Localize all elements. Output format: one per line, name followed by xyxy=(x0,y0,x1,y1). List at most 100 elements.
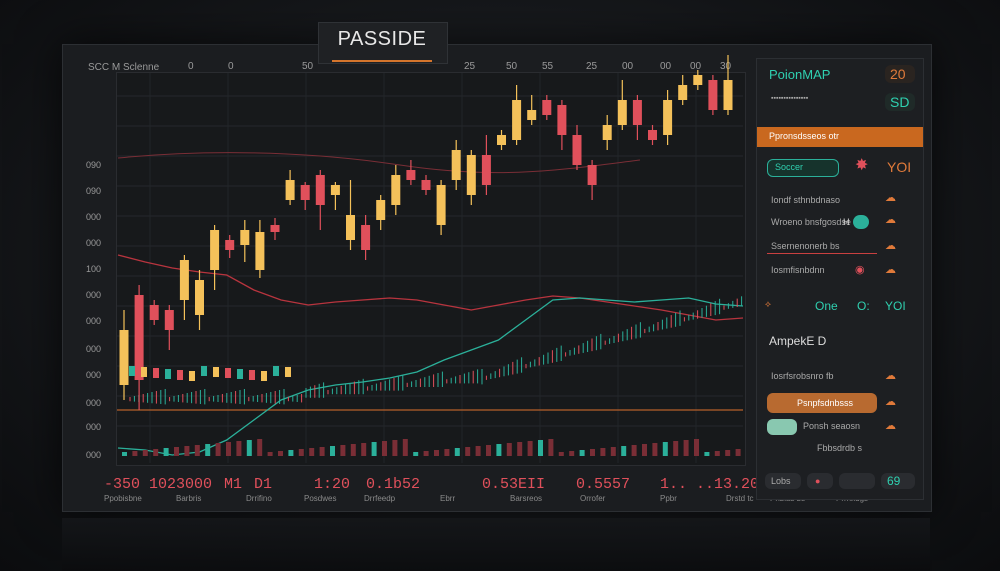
cloud-icon-3[interactable]: ☁ xyxy=(885,239,896,252)
panel-orange-bar-label: Ppronsdsseos otr xyxy=(769,131,840,141)
cloud-icon-7[interactable]: ☁ xyxy=(885,419,896,432)
candle-body xyxy=(255,232,265,270)
candle-body xyxy=(542,100,552,115)
bottom-label: Ppobisbne xyxy=(104,494,142,503)
bottom-value: 0.53EII xyxy=(482,476,546,493)
mini-candle xyxy=(213,367,219,377)
panel-sub-text: ▪▪▪▪▪▪▪▪▪▪▪▪▪▪▪ xyxy=(771,95,809,102)
volume-bar xyxy=(725,450,731,456)
volume-bar xyxy=(590,449,595,456)
volume-bar xyxy=(132,451,138,456)
candle-body xyxy=(164,310,174,330)
panel-yoi: YOI xyxy=(887,159,912,175)
volume-bar xyxy=(558,452,564,456)
volume-bar xyxy=(288,450,294,456)
toggle-icon[interactable] xyxy=(853,215,869,229)
volume-bar xyxy=(704,452,710,456)
mini-candle xyxy=(201,366,207,376)
mini-candle xyxy=(141,367,147,377)
candle-body xyxy=(421,180,431,190)
flame-icon: ✸ xyxy=(855,157,869,174)
panel-yoi-2: YOI xyxy=(885,299,906,313)
mini-candle xyxy=(129,366,135,376)
volume-bar xyxy=(350,444,356,456)
record-icon: ● xyxy=(815,476,821,486)
panel-badge-20: 20 xyxy=(890,66,906,82)
volume-bar xyxy=(548,439,554,456)
mini-candle xyxy=(165,369,171,379)
panel-row-2: Wroeno bnsfgosdse xyxy=(771,217,851,227)
cloud-icon-2[interactable]: ☁ xyxy=(885,213,896,226)
cloud-icon-1[interactable]: ☁ xyxy=(885,191,896,204)
volume-bar xyxy=(423,451,429,456)
volume-bar xyxy=(673,441,679,456)
volume-bar xyxy=(600,448,606,456)
candle-body xyxy=(466,155,476,195)
volume-bar xyxy=(215,443,221,456)
footer-69: 69 xyxy=(887,474,901,488)
bottom-value: 3000 xyxy=(176,476,213,493)
flare-icon: ⟡ xyxy=(765,299,771,309)
panel-row2-1: Iosrfsrobsnro fb xyxy=(771,371,834,381)
volume-bar xyxy=(226,442,231,456)
bottom-value: D1 xyxy=(254,476,273,493)
bottom-value: 1:20 xyxy=(314,476,351,493)
bottom-label: Orrofer xyxy=(580,494,606,503)
panel-row2-4: Fbbsdrdb s xyxy=(817,443,863,453)
panel-green-pill[interactable] xyxy=(767,419,797,435)
mini-candle xyxy=(237,369,243,379)
footer-btn-3[interactable] xyxy=(839,473,875,489)
candle-body xyxy=(376,200,386,220)
volume-bar xyxy=(527,441,533,456)
volume-bar xyxy=(402,439,408,456)
candle-body xyxy=(451,150,461,180)
volume-bar xyxy=(610,447,616,456)
candle-body xyxy=(678,85,688,100)
mini-candle xyxy=(225,368,231,378)
candle-body xyxy=(693,75,703,85)
bottom-label: Barsreos xyxy=(510,494,543,503)
candle-body xyxy=(225,240,235,250)
volume-bar xyxy=(205,444,211,456)
ma-line-green xyxy=(117,297,744,456)
panel-header-label: PoionMAP xyxy=(769,67,831,82)
candle-body xyxy=(285,180,295,200)
volume-bar xyxy=(496,444,502,456)
alert-icon[interactable]: ◉ xyxy=(855,263,865,276)
volume-bar xyxy=(475,446,481,456)
panel-badge-sd: SD xyxy=(890,94,910,110)
volume-bar xyxy=(569,451,575,456)
volume-bar xyxy=(538,440,543,456)
volume-bar xyxy=(122,452,127,456)
panel-row-3: Ssernenonerb bs xyxy=(771,241,840,251)
cloud-icon-5[interactable]: ☁ xyxy=(885,369,896,382)
candle-body xyxy=(240,230,250,245)
bottom-label: Drstd tc xyxy=(726,494,754,503)
volume-bar xyxy=(246,440,252,456)
volume-bar xyxy=(257,439,263,456)
candle-body xyxy=(708,80,718,110)
cloud-icon-6[interactable]: ☁ xyxy=(885,395,896,408)
cloud-icon-4[interactable]: ☁ xyxy=(885,263,896,276)
panel-divider-red xyxy=(767,253,877,254)
volume-bar xyxy=(694,439,699,456)
panel-row-1: Iondf sthnbdnaso xyxy=(771,195,841,205)
candle-body xyxy=(361,225,371,250)
soccer-badge-label: Soccer xyxy=(775,162,804,172)
candle-body xyxy=(723,80,733,110)
candle-body xyxy=(391,175,401,205)
candle-body xyxy=(330,185,340,195)
volume-bar xyxy=(278,451,283,456)
volume-bar xyxy=(194,445,200,456)
volume-bar xyxy=(434,450,439,456)
candle-body xyxy=(527,110,537,120)
bottom-label: Drrifino xyxy=(246,494,272,503)
volume-bar xyxy=(506,443,512,456)
volume-bar xyxy=(683,440,689,456)
candle-body xyxy=(179,260,189,300)
side-panel: PoionMAP 20 ▪▪▪▪▪▪▪▪▪▪▪▪▪▪▪ SD Ppronsdss… xyxy=(756,58,924,500)
candle-body xyxy=(195,280,204,315)
candle-body xyxy=(648,130,657,140)
volume-bar xyxy=(631,445,637,456)
candle-body xyxy=(315,175,325,205)
